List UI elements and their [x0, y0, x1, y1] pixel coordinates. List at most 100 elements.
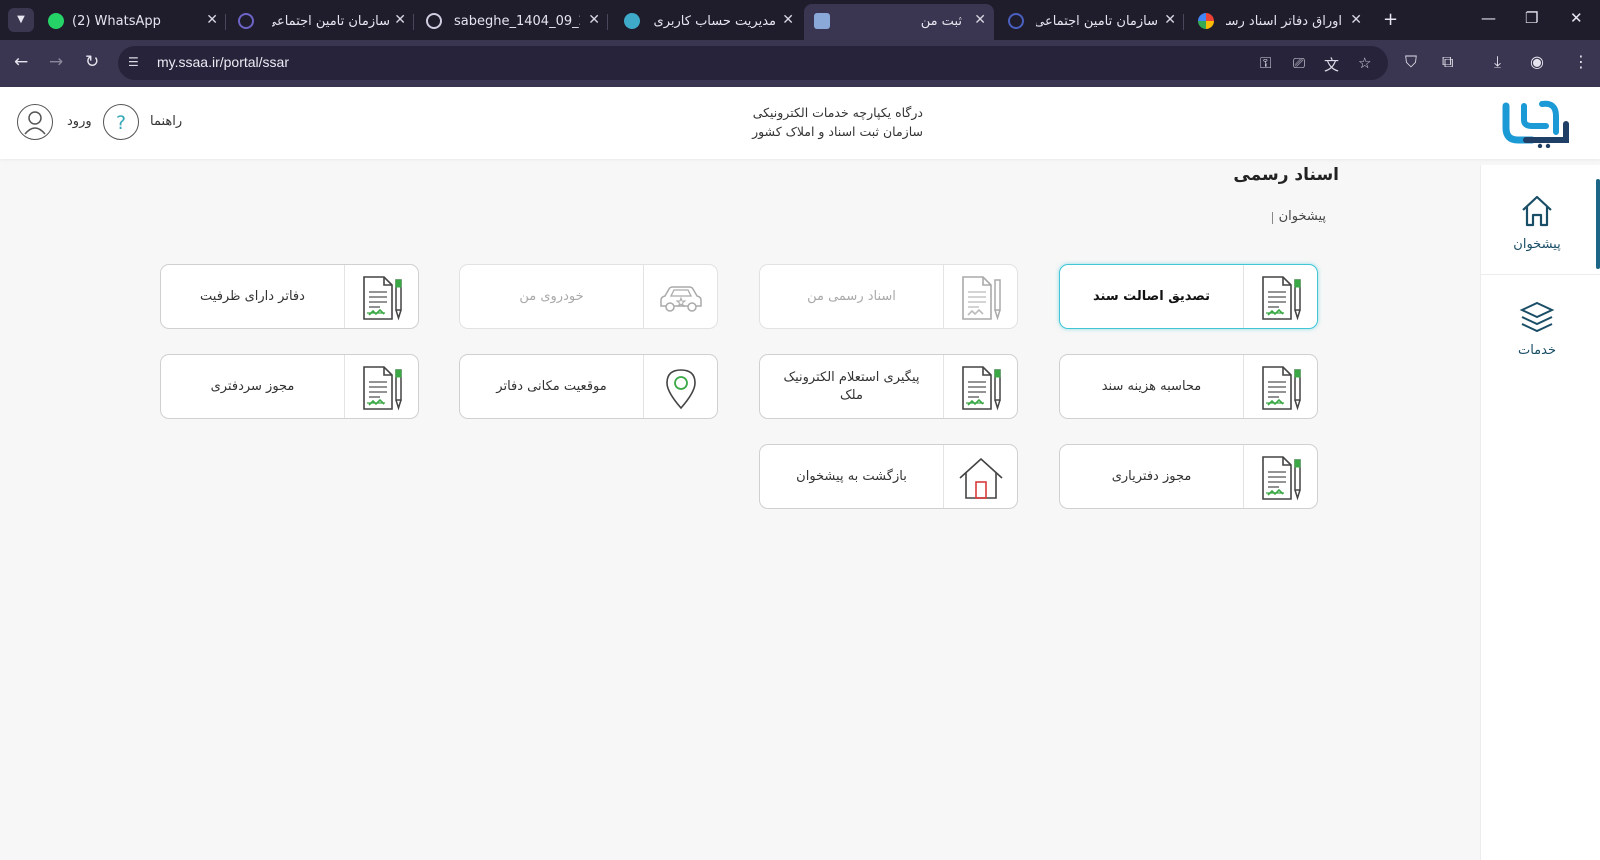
card-label: تصدیق اصالت سند	[1093, 288, 1210, 304]
document-pen-icon	[957, 274, 1005, 322]
globe-icon	[426, 13, 442, 29]
tab-title: sabeghe_1404_09_29.p	[454, 14, 580, 29]
sidebar-item-dashboard[interactable]: پیشخوان	[1481, 165, 1600, 275]
tab-sabt-man[interactable]: ثبت من ✕	[804, 4, 994, 40]
sidebar-scroll-indicator[interactable]	[1596, 179, 1600, 269]
download-icon[interactable]: ⤓	[1494, 52, 1501, 72]
house-icon	[959, 458, 1003, 499]
help-icon[interactable]: ?	[103, 104, 139, 140]
card-label: خودروی من	[519, 288, 584, 304]
google-icon	[1198, 13, 1214, 29]
card-my-official-documents[interactable]: اسناد رسمی من	[759, 264, 1018, 329]
reload-icon[interactable]: ↻	[85, 52, 99, 72]
login-link[interactable]: ورود	[67, 114, 92, 129]
address-bar[interactable]: ☰ my.ssaa.ir/portal/ssar ⚿ ⎚ 文 ☆	[118, 46, 1388, 80]
card-my-car[interactable]: خودروی من	[459, 264, 718, 329]
sidebar: پیشخوان خدمات	[1480, 165, 1600, 860]
layers-icon	[1519, 301, 1555, 333]
forward-icon[interactable]: →	[49, 52, 63, 72]
card-back-to-dashboard[interactable]: بازگشت به پیشخوان	[759, 444, 1018, 509]
card-label: مجوز سردفتری	[210, 378, 295, 394]
document-pen-icon	[1257, 274, 1305, 322]
tab-title: (2) WhatsApp	[72, 14, 161, 29]
sabt-man-logo[interactable]	[1502, 98, 1572, 148]
close-icon[interactable]: ✕	[1164, 12, 1176, 28]
close-icon[interactable]: ✕	[782, 12, 794, 28]
document-pen-icon	[358, 364, 406, 412]
tab-account-management[interactable]: مدیریت حساب کاربری | ✕	[610, 4, 802, 40]
tab-list-button[interactable]: ▼	[8, 8, 34, 32]
install-app-icon[interactable]: ⎚	[1293, 54, 1305, 72]
menu-dots-icon[interactable]: ⋮	[1573, 52, 1589, 71]
card-document-authenticity[interactable]: تصدیق اصالت سند	[1059, 264, 1318, 329]
bookmark-star-icon[interactable]: ☆	[1358, 54, 1371, 72]
sabt-icon	[814, 13, 830, 29]
tab-title: اوراق دفاتر اسناد رسمی	[1226, 14, 1342, 29]
extensions-icon[interactable]: ⧉	[1442, 52, 1453, 72]
help-link[interactable]: راهنما	[150, 114, 182, 129]
card-label: موقعیت مکانی دفاتر	[496, 378, 607, 394]
document-pen-icon	[1257, 364, 1305, 412]
card-icon-box	[643, 265, 717, 328]
tab-google[interactable]: اوراق دفاتر اسناد رسمی ✕	[1186, 4, 1370, 40]
restore-icon[interactable]: ❐	[1525, 9, 1538, 27]
home-icon	[1522, 195, 1552, 227]
close-icon[interactable]: ✕	[974, 12, 986, 28]
shield-extension-icon[interactable]: ⛉	[1405, 52, 1417, 72]
card-assistant-notary-license[interactable]: مجوز دفتریاری	[1059, 444, 1318, 509]
card-icon-box	[1243, 355, 1317, 418]
card-notary-license[interactable]: مجوز سردفتری	[160, 354, 419, 419]
page-header: درگاه یکپارچه خدمات الکترونیکی سازمان ثب…	[0, 87, 1600, 159]
breadcrumb[interactable]: پیشخوان	[1279, 209, 1326, 224]
card-offices-with-capacity[interactable]: دفاتر دارای ظرفیت	[160, 264, 419, 329]
tab-whatsapp[interactable]: (2) WhatsApp ✕	[40, 4, 226, 40]
card-icon-box	[1243, 445, 1317, 508]
location-pin-icon	[666, 369, 696, 410]
tamin-icon	[1008, 13, 1024, 29]
tab-title: ثبت من	[920, 14, 962, 29]
card-label: پیگیری استعلام الکترونیک ملک	[783, 369, 920, 403]
password-key-icon[interactable]: ⚿	[1260, 54, 1271, 72]
profile-icon[interactable]: ◉	[1530, 52, 1544, 71]
tab-title: سازمان تامین اجتماعی -	[272, 14, 390, 29]
sidebar-item-services[interactable]: خدمات	[1481, 275, 1600, 385]
site-settings-icon[interactable]: ☰	[128, 55, 144, 71]
minimize-icon[interactable]: —	[1481, 9, 1496, 27]
tab-sabeghe[interactable]: sabeghe_1404_09_29.p ✕	[416, 4, 608, 40]
card-label: دفاتر دارای ظرفیت	[200, 288, 305, 304]
sidebar-item-label: پیشخوان	[1513, 237, 1561, 252]
page-title: اسناد رسمی	[1233, 165, 1339, 185]
back-icon[interactable]: ←	[14, 52, 28, 72]
url-text[interactable]: my.ssaa.ir/portal/ssar	[157, 54, 289, 70]
portal-title: درگاه یکپارچه خدمات الکترونیکی سازمان ثب…	[700, 103, 923, 141]
car-icon	[660, 286, 702, 312]
card-icon-box	[1243, 265, 1317, 328]
close-icon[interactable]: ✕	[588, 12, 600, 28]
card-property-inquiry-tracking[interactable]: پیگیری استعلام الکترونیک ملک	[759, 354, 1018, 419]
card-icon-box	[943, 445, 1017, 508]
tamin-icon	[238, 13, 254, 29]
window-close-icon[interactable]: ✕	[1570, 9, 1583, 27]
new-tab-button[interactable]: +	[1383, 9, 1398, 30]
card-icon-box	[943, 355, 1017, 418]
card-office-locations[interactable]: موقعیت مکانی دفاتر	[459, 354, 718, 419]
portal-title-line2: سازمان ثبت اسناد و املاک کشور	[752, 124, 923, 139]
browser-toolbar: ← → ↻ ☰ my.ssaa.ir/portal/ssar ⚿ ⎚ 文 ☆ ⛉…	[0, 40, 1600, 87]
document-pen-icon	[358, 274, 406, 322]
tab-tamin-1[interactable]: سازمان تامین اجتماعی - ✕	[228, 4, 414, 40]
close-icon[interactable]: ✕	[394, 12, 406, 28]
card-document-cost-calculation[interactable]: محاسبه هزینه سند	[1059, 354, 1318, 419]
close-icon[interactable]: ✕	[1350, 12, 1362, 28]
card-icon-box	[344, 355, 418, 418]
svg-text:?: ?	[115, 112, 125, 134]
card-label: محاسبه هزینه سند	[1101, 378, 1202, 394]
whatsapp-icon	[48, 13, 64, 29]
user-avatar-icon[interactable]	[17, 104, 53, 140]
translate-icon[interactable]: 文	[1324, 54, 1339, 75]
card-label: اسناد رسمی من	[807, 288, 896, 304]
tab-tamin-2[interactable]: سازمان تامین اجتماعی ✕	[996, 4, 1184, 40]
portal-title-line1: درگاه یکپارچه خدمات الکترونیکی	[752, 105, 923, 120]
close-icon[interactable]: ✕	[206, 12, 218, 28]
browser-tab-bar: ▼ (2) WhatsApp ✕ سازمان تامین اجتماعی - …	[0, 0, 1600, 40]
document-pen-icon	[1257, 454, 1305, 502]
